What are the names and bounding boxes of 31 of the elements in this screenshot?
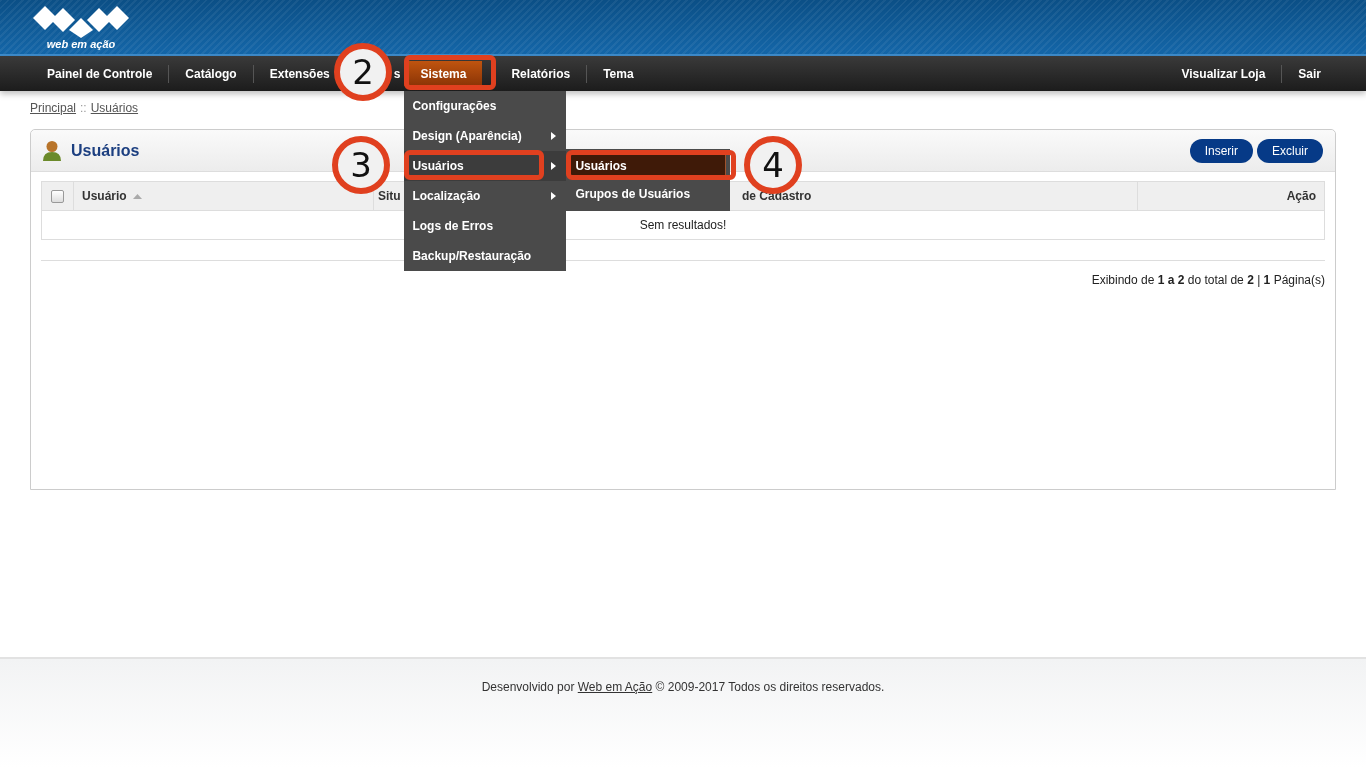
breadcrumb-separator: :: — [80, 101, 87, 115]
dropdown-menu-item[interactable]: Logs de Erros — [404, 211, 567, 241]
logo-icon — [31, 4, 131, 38]
nav-menu-item[interactable]: Catálogo — [181, 56, 241, 91]
empty-message: Sem resultados! — [639, 218, 727, 232]
step-number-badge: 2 — [334, 43, 392, 101]
footer-text: Desenvolvido por Web em Ação © 2009-2017 Todos os direitos reservados. — [481, 680, 885, 694]
dropdown-menu-item[interactable]: Design (Aparência) — [404, 121, 567, 151]
action-button[interactable]: Excluir — [1257, 138, 1323, 163]
dropdown-menu-item[interactable]: Localização — [404, 181, 567, 211]
breadcrumb-link[interactable]: Principal — [30, 101, 77, 115]
user-icon — [42, 139, 62, 162]
select-all-checkbox[interactable] — [51, 189, 64, 203]
breadcrumb-link[interactable]: Usuários — [90, 101, 139, 115]
nav-menu-item[interactable]: Extensões — [265, 56, 334, 91]
panel-title: Usuários — [71, 141, 140, 160]
dropdown-menu-item[interactable]: Configurações — [404, 91, 567, 121]
nav-menu-item[interactable]: Relatórios — [507, 56, 575, 91]
pagination-info: Exibindo de 1 a 2 do total de 2 | 1 Página(s) — [1091, 273, 1325, 287]
nav-menu-item[interactable]: s — [389, 56, 405, 91]
nav-link[interactable]: Sair — [1294, 56, 1325, 91]
footer-link[interactable]: Web em Ação — [577, 680, 653, 694]
column-header[interactable]: Ação — [1286, 189, 1316, 203]
column-header[interactable]: Usuário — [82, 189, 127, 203]
dropdown-menu-item[interactable]: Backup/Restauração — [404, 241, 567, 271]
nav-menu-item[interactable]: Painel de Controle — [43, 56, 157, 91]
submenu-item[interactable]: Grupos de Usuários — [570, 181, 727, 207]
action-button[interactable]: Inserir — [1189, 138, 1253, 163]
nav-link[interactable]: Visualizar Loja — [1177, 56, 1270, 91]
nav-menu-item[interactable]: Tema — [599, 56, 638, 91]
logo-text: web em ação — [46, 38, 116, 50]
